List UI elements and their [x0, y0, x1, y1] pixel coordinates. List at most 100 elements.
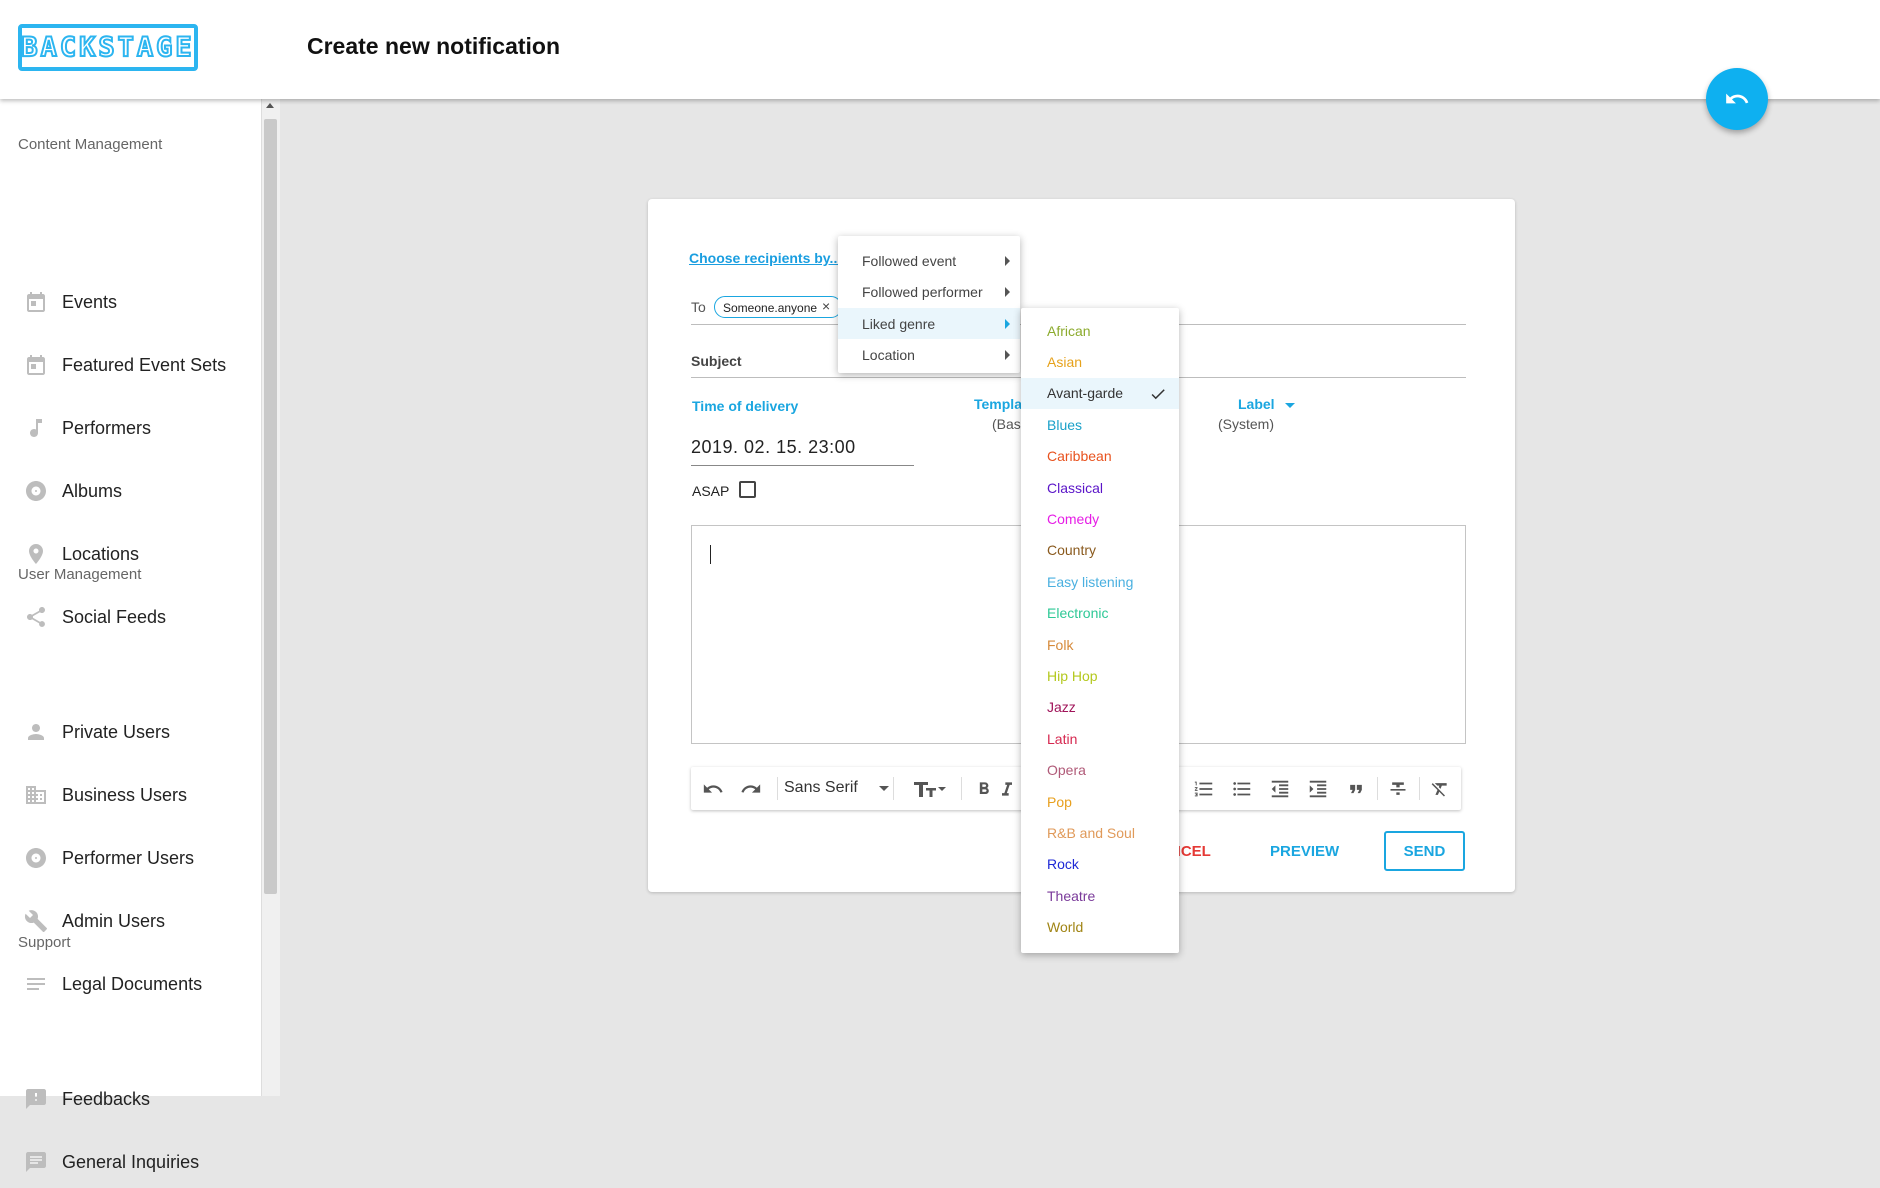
font-size-button[interactable]	[907, 767, 951, 810]
genre-item-label: World	[1047, 919, 1084, 936]
sidebar-item-business-users[interactable]: Business Users	[0, 769, 261, 821]
genre-item-electronic[interactable]: Electronic	[1021, 598, 1179, 629]
chevron-down-icon[interactable]	[879, 786, 889, 791]
genre-item-latin[interactable]: Latin	[1021, 723, 1179, 754]
disc-icon	[24, 846, 48, 870]
genre-item-pop[interactable]: Pop	[1021, 786, 1179, 817]
sidebar-item-label: Business Users	[62, 784, 188, 805]
template-value: (Bas	[992, 416, 1021, 432]
sidebar-item-social-feeds[interactable]: Social Feeds	[0, 591, 261, 643]
location-pin-icon	[24, 542, 48, 566]
genre-item-label: Jazz	[1047, 699, 1076, 716]
numbered-list-icon	[1193, 778, 1215, 800]
genre-item-caribbean[interactable]: Caribbean	[1021, 441, 1179, 472]
bulleted-list-button[interactable]	[1227, 767, 1257, 810]
genre-item-blues[interactable]: Blues	[1021, 409, 1179, 440]
genre-item-easy-listening[interactable]: Easy listening	[1021, 566, 1179, 597]
genre-item-r-b-and-soul[interactable]: R&B and Soul	[1021, 817, 1179, 848]
genre-item-avant-garde[interactable]: Avant-garde	[1021, 377, 1179, 409]
numbered-list-button[interactable]	[1189, 767, 1219, 810]
choose-recipients-link[interactable]: Choose recipients by...	[689, 250, 841, 266]
sidebar-item-events[interactable]: Events	[0, 276, 261, 328]
sidebar-item-general-inquiries[interactable]: General Inquiries	[0, 1136, 261, 1188]
genre-item-world[interactable]: World	[1021, 912, 1179, 943]
template-label[interactable]: Templa	[974, 396, 1022, 412]
disc-icon	[24, 479, 48, 503]
menu-item-liked-genre[interactable]: Liked genre	[838, 308, 1020, 339]
blockquote-button[interactable]	[1341, 767, 1371, 810]
time-of-delivery-input[interactable]: 2019. 02. 15. 23:00	[691, 437, 856, 458]
redo-button[interactable]	[735, 767, 767, 810]
genre-item-classical[interactable]: Classical	[1021, 472, 1179, 503]
genre-item-asian[interactable]: Asian	[1021, 346, 1179, 377]
genre-item-opera[interactable]: Opera	[1021, 755, 1179, 786]
label-value: (System)	[1218, 416, 1274, 432]
sidebar-item-albums[interactable]: Albums	[0, 465, 261, 517]
strikethrough-button[interactable]	[1383, 767, 1413, 810]
outdent-button[interactable]	[1265, 767, 1295, 810]
genre-item-label: Easy listening	[1047, 573, 1134, 590]
genre-item-jazz[interactable]: Jazz	[1021, 692, 1179, 723]
indent-button[interactable]	[1303, 767, 1333, 810]
section-label-support: Support	[18, 934, 71, 951]
sidebar-item-featured-event-sets[interactable]: Featured Event Sets	[0, 339, 261, 391]
genre-item-label: Rock	[1047, 856, 1079, 873]
label-dropdown[interactable]: Label	[1238, 396, 1275, 412]
toolbar-divider	[893, 777, 894, 800]
undo-button[interactable]	[697, 767, 729, 810]
sidebar-item-label: Performer Users	[62, 847, 195, 868]
genre-item-label: Folk	[1047, 636, 1074, 653]
caret-down-icon[interactable]	[1285, 403, 1295, 408]
bold-button[interactable]	[969, 767, 999, 810]
remove-chip-close-icon[interactable]: ×	[822, 298, 830, 314]
text-size-icon	[912, 779, 946, 799]
undo-icon	[702, 778, 724, 800]
clear-format-button[interactable]	[1425, 767, 1455, 810]
checkmark-icon	[1148, 385, 1168, 408]
calendar-icon	[24, 290, 48, 314]
page-title: Create new notification	[307, 33, 561, 59]
menu-item-followed-event[interactable]: Followed event	[838, 245, 1020, 276]
sidebar-scrollbar[interactable]	[261, 99, 280, 1096]
genre-item-label: Country	[1047, 542, 1097, 559]
sidebar-item-feedbacks[interactable]: Feedbacks	[0, 1073, 261, 1125]
sidebar-item-private-users[interactable]: Private Users	[0, 706, 261, 758]
scroll-up-arrow-icon[interactable]	[266, 103, 274, 108]
asap-checkbox[interactable]	[739, 481, 756, 498]
sidebar-item-performers[interactable]: Performers	[0, 402, 261, 454]
app-header: BACKSTAGE Create new notification	[0, 0, 1880, 99]
menu-item-location[interactable]: Location	[838, 339, 1020, 370]
sidebar-item-performer-users[interactable]: Performer Users	[0, 832, 261, 884]
undo-fab-button[interactable]	[1706, 68, 1768, 130]
calendar-icon	[24, 353, 48, 377]
scrollbar-thumb[interactable]	[264, 119, 277, 894]
italic-button[interactable]	[999, 767, 1015, 810]
sidebar-item-legal-documents[interactable]: Legal Documents	[0, 958, 261, 1010]
menu-item-label: Followed event	[862, 252, 957, 269]
font-family-select[interactable]: Sans Serif	[784, 779, 858, 797]
genre-item-hip-hop[interactable]: Hip Hop	[1021, 660, 1179, 691]
genre-item-label: Pop	[1047, 793, 1072, 810]
music-note-icon	[24, 416, 48, 440]
feedback-icon	[24, 1087, 48, 1111]
genre-item-label: Theatre	[1047, 887, 1096, 904]
strikethrough-icon	[1388, 779, 1408, 799]
genre-submenu: African Asian Avant-garde Blues Caribbean Cla…	[1021, 308, 1179, 953]
toolbar-divider	[777, 777, 778, 800]
genre-item-african[interactable]: African	[1021, 315, 1179, 346]
preview-button[interactable]: PREVIEW	[1270, 843, 1339, 860]
sidebar-item-label: Featured Event Sets	[62, 354, 227, 375]
asap-label: ASAP	[692, 483, 730, 499]
genre-item-folk[interactable]: Folk	[1021, 629, 1179, 660]
send-button[interactable]: SEND	[1384, 831, 1465, 871]
genre-item-comedy[interactable]: Comedy	[1021, 503, 1179, 534]
person-icon	[24, 720, 48, 744]
genre-item-country[interactable]: Country	[1021, 535, 1179, 566]
menu-item-followed-performer[interactable]: Followed performer	[838, 276, 1020, 307]
genre-item-label: African	[1047, 322, 1091, 339]
genre-item-rock[interactable]: Rock	[1021, 849, 1179, 880]
section-label-content-management: Content Management	[18, 136, 163, 153]
genre-item-theatre[interactable]: Theatre	[1021, 880, 1179, 911]
sidebar-item-label: Events	[62, 291, 118, 312]
backstage-logo[interactable]: BACKSTAGE	[18, 24, 198, 71]
